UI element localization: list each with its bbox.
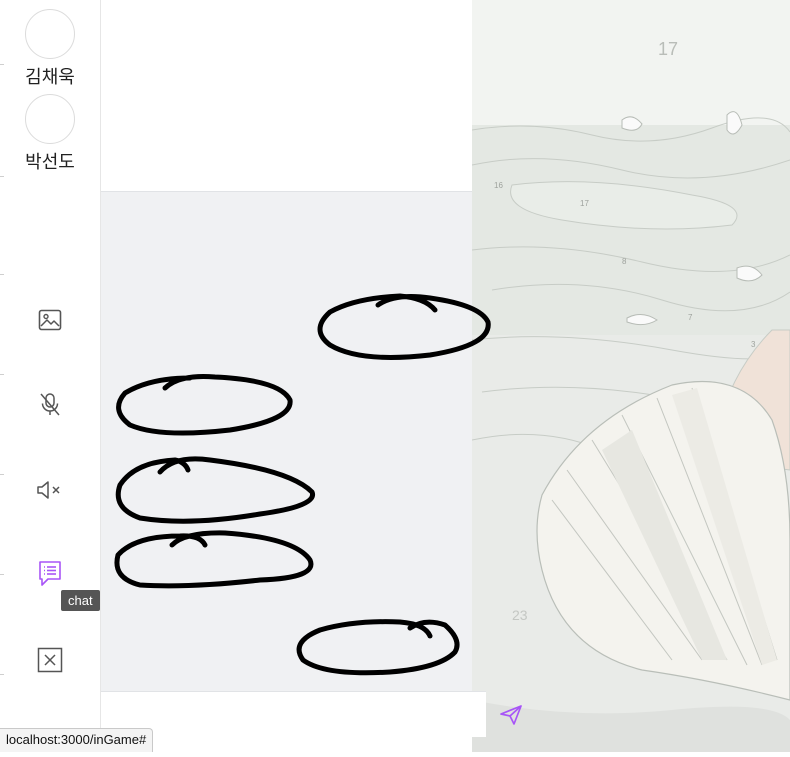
svg-text:23: 23 [512,607,528,623]
edge-tick [0,674,4,675]
speaker-toggle-button[interactable] [34,476,66,504]
avatar [25,9,75,59]
player-card: 박선도 [20,94,80,174]
edge-tick [0,574,4,575]
player-name: 김채욱 [25,67,75,88]
chat-icon [39,561,61,586]
player-name: 박선도 [25,152,75,173]
browser-status-url: localhost:3000/inGame# [0,728,154,752]
edge-tick [0,374,4,375]
edge-tick [0,274,4,275]
mic-toggle-button[interactable] [36,391,64,419]
chat-input-row [101,691,486,737]
game-canvas[interactable]: 17 16 17 8 7 3 23 [471,0,790,752]
send-button[interactable] [497,702,525,728]
edge-tick [0,176,4,177]
edge-tick [0,64,4,65]
chat-tooltip: chat [61,590,100,611]
mic-off-icon [40,393,60,416]
edge-tick [0,474,4,475]
chat-button[interactable] [36,560,64,588]
svg-text:3: 3 [751,340,756,349]
svg-text:7: 7 [688,313,693,322]
svg-text:17: 17 [580,199,589,208]
sidebar: 김채욱 박선도 [0,0,101,752]
chat-messages [101,192,472,691]
player-card: 김채욱 [20,9,80,89]
avatar [25,94,75,144]
image-icon [38,309,62,331]
close-box-icon [37,647,63,673]
image-button[interactable] [36,306,64,334]
chat-input[interactable] [101,692,486,737]
speaker-muted-icon [37,481,60,499]
exit-button[interactable] [36,646,64,674]
send-icon [500,705,522,725]
paint-by-number-image: 17 16 17 8 7 3 23 [471,0,790,752]
svg-text:16: 16 [494,181,503,190]
chat-header-area [101,0,472,192]
svg-text:17: 17 [658,39,678,59]
svg-text:8: 8 [622,257,627,266]
